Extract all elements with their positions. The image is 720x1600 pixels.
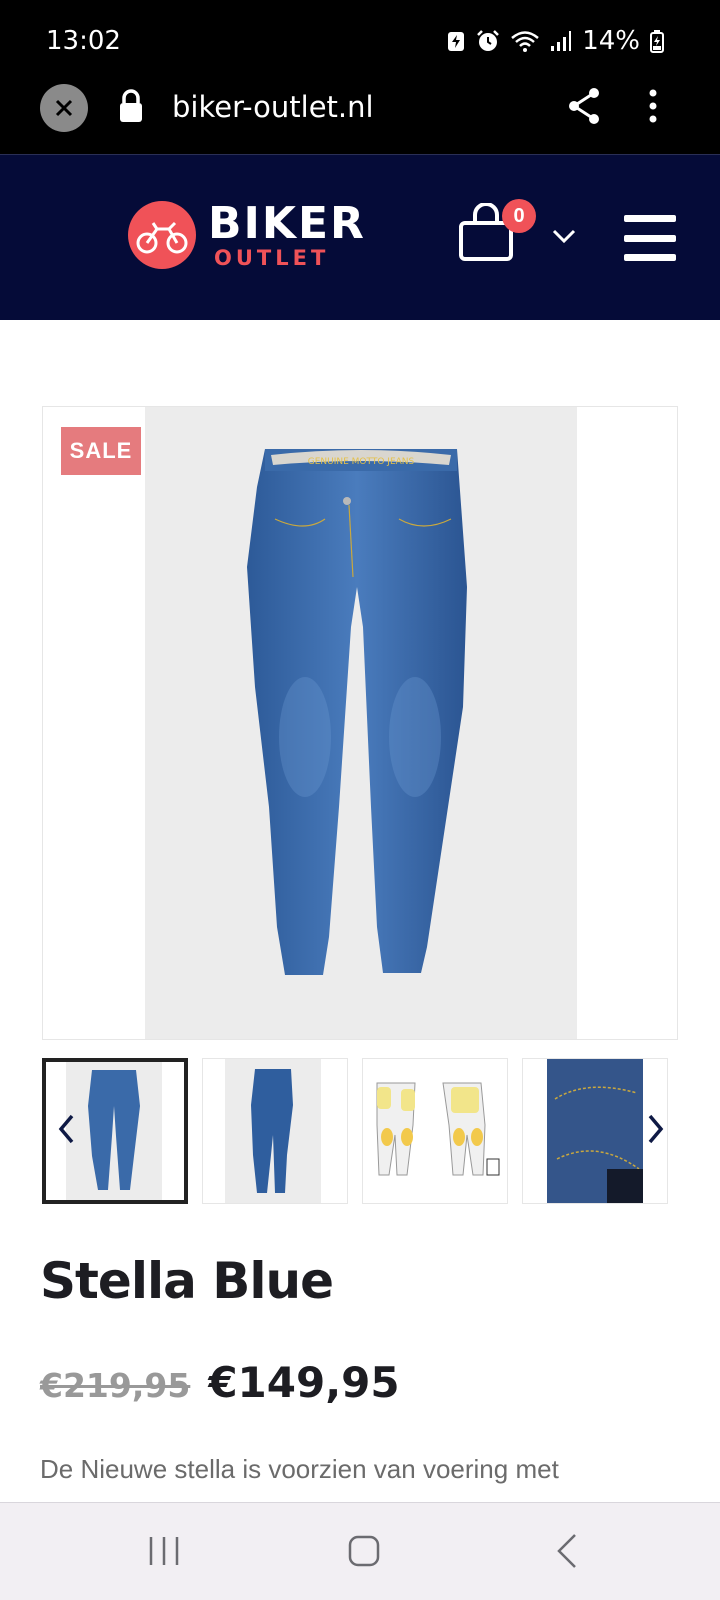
sale-price: €149,95	[208, 1358, 400, 1407]
gallery-next-arrow-icon[interactable]	[648, 1114, 664, 1144]
cart-count-badge: 0	[502, 199, 536, 233]
price-row: €219,95 €149,95	[40, 1358, 400, 1407]
waistband-label: GENUINE MOTTO JEANS	[308, 457, 415, 467]
thumbnail-jeans-side-image	[251, 1069, 293, 1193]
site-header: BIKER OUTLET 0	[0, 154, 720, 320]
menu-line	[624, 254, 676, 261]
product-description: De Nieuwe stella is voorzien van voering…	[40, 1454, 559, 1484]
motorcycle-logo-icon	[128, 201, 196, 269]
screen: 13:02 14% biker-outlet.nl BIKER OUTLET 0…	[0, 0, 720, 1600]
gallery-prev-arrow-icon[interactable]	[58, 1114, 74, 1144]
status-icons: 14%	[446, 26, 664, 56]
original-price: €219,95	[40, 1366, 191, 1405]
thumbnail-jeans-side[interactable]	[202, 1058, 348, 1204]
battery-saver-icon	[448, 32, 465, 51]
chevron-down-icon[interactable]	[552, 229, 576, 243]
url-text[interactable]: biker-outlet.nl	[172, 90, 374, 124]
more-vert-icon[interactable]	[648, 88, 658, 124]
charging-battery-icon	[650, 30, 664, 53]
signal-icon	[551, 31, 572, 51]
logo-secondary: OUTLET	[214, 245, 330, 270]
back-icon[interactable]	[556, 1533, 578, 1569]
logo-primary: BIKER	[208, 197, 366, 249]
thumbnail-fabric-closeup[interactable]	[522, 1058, 668, 1204]
status-time: 13:02	[46, 26, 121, 56]
share-icon[interactable]	[566, 86, 602, 126]
alarm-icon	[477, 30, 500, 51]
status-bar: 13:02 14%	[0, 0, 720, 80]
home-icon[interactable]	[348, 1535, 380, 1567]
battery-percentage: 14%	[582, 26, 640, 56]
thumbnail-armor-diagram[interactable]	[362, 1058, 508, 1204]
biker-outlet-logo[interactable]: BIKER OUTLET	[128, 201, 366, 269]
menu-line	[624, 234, 676, 242]
jeans-front-image[interactable]: GENUINE MOTTO JEANS	[145, 407, 577, 1039]
close-tab-button[interactable]	[40, 84, 88, 132]
lock-icon[interactable]	[118, 88, 144, 124]
fabric-stitching	[554, 1086, 643, 1203]
wifi-icon	[511, 31, 540, 52]
system-navigation-bar	[0, 1502, 720, 1600]
recents-icon[interactable]	[148, 1535, 180, 1567]
thumbnail-armor-diagram-image	[376, 1082, 500, 1176]
product-title: Stella Blue	[40, 1252, 334, 1310]
sale-badge: SALE	[61, 427, 141, 475]
product-image-gallery[interactable]: GENUINE MOTTO JEANS SALE	[42, 406, 678, 1040]
thumbnail-jeans-front-image	[88, 1070, 140, 1190]
logo-text: BIKER OUTLET	[208, 197, 366, 270]
browser-toolbar: biker-outlet.nl	[0, 80, 720, 154]
close-icon	[55, 99, 73, 117]
menu-line	[624, 215, 676, 222]
hamburger-menu-button[interactable]	[624, 215, 676, 261]
